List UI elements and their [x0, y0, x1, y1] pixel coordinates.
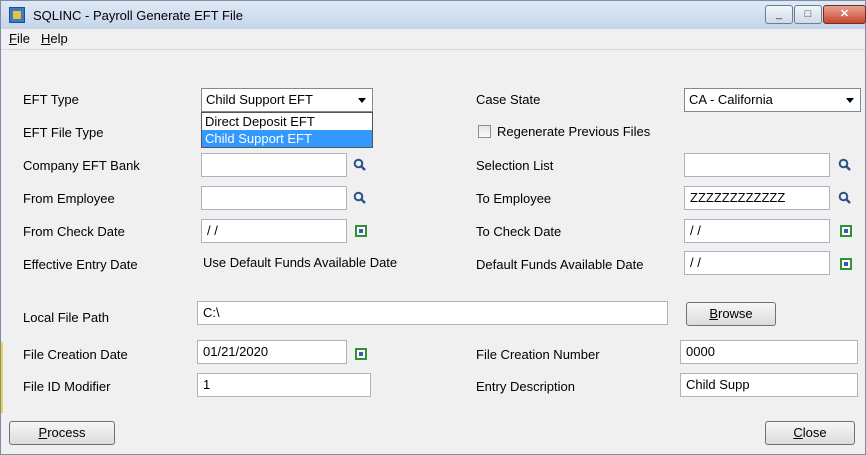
title-bar[interactable]: SQLINC - Payroll Generate EFT File _ □ ✕: [1, 1, 866, 29]
edge-decoration: [1, 341, 13, 413]
browse-button[interactable]: Browse: [686, 302, 776, 326]
eft-file-type-label: EFT File Type: [23, 125, 104, 140]
calendar-icon[interactable]: [355, 225, 367, 237]
default-funds-date-field[interactable]: / /: [684, 251, 830, 275]
payroll-eft-window: SQLINC - Payroll Generate EFT File _ □ ✕…: [0, 0, 866, 455]
local-file-path-label: Local File Path: [23, 310, 109, 325]
from-employee-field[interactable]: [201, 186, 347, 210]
eft-type-option-selected[interactable]: Child Support EFT: [202, 130, 372, 147]
to-check-date-label: To Check Date: [476, 224, 562, 239]
calendar-icon[interactable]: [355, 348, 367, 360]
menu-file[interactable]: File: [9, 31, 30, 46]
to-employee-label: To Employee: [476, 191, 552, 206]
eft-type-label: EFT Type: [23, 92, 79, 107]
to-employee-field[interactable]: ZZZZZZZZZZZZ: [684, 186, 830, 210]
from-check-date-label: From Check Date: [23, 224, 125, 239]
file-creation-number-field[interactable]: 0000: [680, 340, 858, 364]
menu-bar: File Help: [1, 29, 865, 50]
calendar-icon[interactable]: [840, 225, 852, 237]
local-file-path-field[interactable]: C:\: [197, 301, 668, 325]
app-icon: [9, 7, 25, 23]
default-funds-date-label: Default Funds Available Date: [476, 257, 644, 272]
company-eft-bank-field[interactable]: [201, 153, 347, 177]
company-eft-bank-label: Company EFT Bank: [23, 158, 140, 173]
file-id-modifier-field[interactable]: 1: [197, 373, 371, 397]
selection-list-field[interactable]: [684, 153, 830, 177]
eft-type-select[interactable]: Child Support EFT: [201, 88, 373, 112]
file-id-modifier-label: File ID Modifier: [23, 379, 111, 394]
case-state-select[interactable]: CA - California: [684, 88, 861, 112]
minimize-button[interactable]: _: [765, 5, 793, 24]
regenerate-label: Regenerate Previous Files: [497, 124, 651, 139]
regenerate-checkbox[interactable]: [478, 125, 491, 138]
effective-entry-date-label: Effective Entry Date: [23, 257, 138, 272]
search-icon[interactable]: [838, 158, 852, 172]
selection-list-label: Selection List: [476, 158, 554, 173]
eft-type-dropdown[interactable]: Direct Deposit EFT Child Support EFT: [201, 112, 373, 148]
file-creation-number-label: File Creation Number: [476, 347, 600, 362]
entry-description-field[interactable]: Child Supp: [680, 373, 858, 397]
file-creation-date-field[interactable]: 01/21/2020: [197, 340, 347, 364]
search-icon[interactable]: [353, 158, 367, 172]
close-button[interactable]: Close: [765, 421, 855, 445]
eft-type-option[interactable]: Direct Deposit EFT: [202, 113, 372, 130]
chevron-down-icon: [358, 98, 366, 103]
to-check-date-field[interactable]: / /: [684, 219, 830, 243]
maximize-button[interactable]: □: [794, 5, 822, 24]
window-title: SQLINC - Payroll Generate EFT File: [33, 8, 243, 23]
search-icon[interactable]: [353, 191, 367, 205]
menu-help[interactable]: Help: [41, 31, 68, 46]
from-employee-label: From Employee: [23, 191, 115, 206]
chevron-down-icon: [846, 98, 854, 103]
file-creation-date-label: File Creation Date: [23, 347, 128, 362]
process-button[interactable]: Process: [9, 421, 115, 445]
search-icon[interactable]: [838, 191, 852, 205]
from-check-date-field[interactable]: / /: [201, 219, 347, 243]
case-state-label: Case State: [476, 92, 541, 107]
entry-description-label: Entry Description: [476, 379, 575, 394]
close-window-button[interactable]: ✕: [823, 5, 866, 24]
effective-entry-date-value: Use Default Funds Available Date: [197, 251, 459, 275]
calendar-icon[interactable]: [840, 258, 852, 270]
